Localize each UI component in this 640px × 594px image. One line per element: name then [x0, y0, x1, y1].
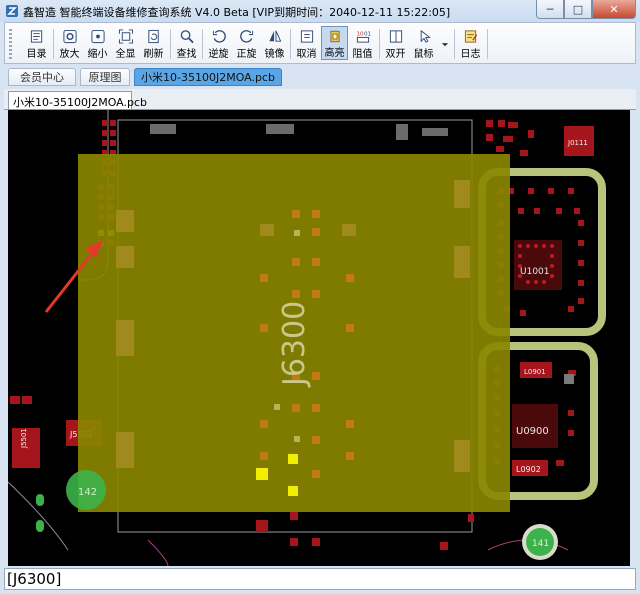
nav-tab-bar: 会员中心 原理图 小米10-35100J2MOA.pcb [4, 66, 636, 88]
pcb-slot [422, 128, 448, 136]
label-l0901: L0901 [524, 368, 546, 376]
dropdown-arrow-icon [441, 43, 449, 47]
toolbar-separator [379, 29, 380, 59]
toolbar-separator [487, 29, 488, 59]
label-j5501: J5501 [20, 428, 28, 449]
fit-all-label: 全显 [115, 49, 136, 60]
status-bar: [J6300] [4, 568, 636, 590]
search-button[interactable]: 查找 [173, 26, 200, 60]
toolbar: 目录 放大 缩小 全显 刷新 查找 逆旋 正旋 镜像 取消 高亮 10 01 阻… [4, 22, 636, 64]
mouse-dropdown-button[interactable] [439, 26, 451, 60]
dual-view-button[interactable]: 双开 [382, 26, 409, 60]
mirror-icon [268, 30, 281, 42]
svg-text:01: 01 [363, 32, 370, 38]
zoom-in-button[interactable]: 放大 [56, 26, 83, 60]
label-l0902: L0902 [516, 465, 541, 474]
pcb-slot [150, 124, 176, 134]
dual-view-icon [389, 30, 402, 43]
search-label: 查找 [176, 49, 197, 60]
refresh-button[interactable]: 刷新 [140, 26, 167, 60]
toolbar-separator [170, 29, 171, 59]
label-j6300: J6300 [277, 301, 312, 388]
minimize-button[interactable]: ─ [536, 0, 564, 19]
test-point-small [36, 494, 44, 506]
rotate-cw-label: 正旋 [236, 49, 257, 60]
tab-member-center[interactable]: 会员中心 [8, 68, 76, 86]
pcb-viewer[interactable]: J0111 U1001 L0901 U0900 L0902 J5501 142 … [8, 110, 630, 566]
label-tp142: 142 [78, 487, 97, 498]
svg-text:10: 10 [356, 32, 364, 38]
test-point-small [36, 520, 44, 532]
toolbar-separator [290, 29, 291, 59]
catalog-button[interactable]: 目录 [23, 26, 50, 60]
highlight-label: 高亮 [324, 48, 345, 59]
label-u0900: U0900 [516, 426, 549, 437]
tab-pcb-file[interactable]: 小米10-35100J2MOA.pcb [134, 68, 282, 86]
rotate-ccw-button[interactable]: 逆旋 [205, 26, 232, 60]
mouse-button[interactable]: 鼠标 [410, 26, 437, 60]
mirror-button[interactable]: 镜像 [261, 26, 288, 60]
mouse-label: 鼠标 [413, 49, 434, 60]
close-button[interactable]: ✕ [592, 0, 636, 19]
pad-red [22, 396, 32, 404]
label-tp141: 141 [532, 539, 549, 549]
mirror-label: 镜像 [264, 49, 285, 60]
log-icon [464, 30, 477, 43]
tab-schematic[interactable]: 原理图 [80, 68, 130, 86]
title-bar: 鑫智造 智能终端设备维修查询系统 V4.0 Beta [VIP到期时间：2040… [0, 0, 640, 22]
pcb-slot [396, 124, 408, 140]
cancel-button[interactable]: 取消 [293, 26, 320, 60]
catalog-icon [30, 30, 42, 43]
rotate-cw-icon [239, 30, 253, 43]
resistance-button[interactable]: 10 01 阻值 [349, 26, 376, 60]
pcb-board[interactable]: J0111 U1001 L0901 U0900 L0902 J5501 142 … [8, 110, 630, 566]
zoom-in-icon [62, 29, 77, 44]
log-button[interactable]: 日志 [457, 26, 484, 60]
search-icon [180, 30, 194, 44]
highlight-icon [330, 30, 339, 43]
rotate-ccw-icon [212, 30, 226, 43]
resistance-label: 阻值 [352, 49, 373, 60]
cancel-label: 取消 [296, 49, 317, 60]
pad-red [10, 396, 20, 404]
zoom-out-label: 缩小 [87, 49, 108, 60]
document-tab[interactable]: 小米10-35100J2MOA.pcb [8, 91, 147, 109]
mouse-icon [420, 29, 431, 43]
app-logo-icon [6, 5, 18, 17]
status-text: [J6300] [7, 570, 62, 588]
dual-view-label: 双开 [385, 49, 406, 60]
zoom-out-button[interactable]: 缩小 [84, 26, 111, 60]
document-tab-bar: 小米10-35100J2MOA.pcb [4, 89, 636, 110]
cancel-icon [300, 30, 313, 43]
toolbar-separator [454, 29, 455, 59]
rotate-cw-button[interactable]: 正旋 [233, 26, 260, 60]
window-title: 鑫智造 智能终端设备维修查询系统 V4.0 Beta [VIP到期时间：2040… [23, 6, 451, 19]
toolbar-separator [53, 29, 54, 59]
toolbar-separator [202, 29, 203, 59]
refresh-label: 刷新 [143, 49, 164, 60]
toolbar-grip[interactable] [9, 29, 12, 59]
label-u1001: U1001 [520, 267, 550, 277]
zoom-in-label: 放大 [59, 49, 80, 60]
pcb-slot [266, 124, 294, 134]
label-j0111: J0111 [567, 139, 588, 147]
zoom-out-icon [90, 29, 105, 44]
pcb-slot [564, 374, 574, 384]
refresh-icon [147, 29, 159, 44]
catalog-label: 目录 [26, 49, 47, 60]
log-label: 日志 [460, 49, 481, 60]
fit-all-button[interactable]: 全显 [112, 26, 139, 60]
rotate-ccw-label: 逆旋 [208, 49, 229, 60]
highlight-button[interactable]: 高亮 [321, 26, 348, 60]
resistance-icon: 10 01 [356, 32, 371, 43]
maximize-button[interactable]: □ [564, 0, 592, 19]
fit-all-icon [118, 29, 133, 44]
